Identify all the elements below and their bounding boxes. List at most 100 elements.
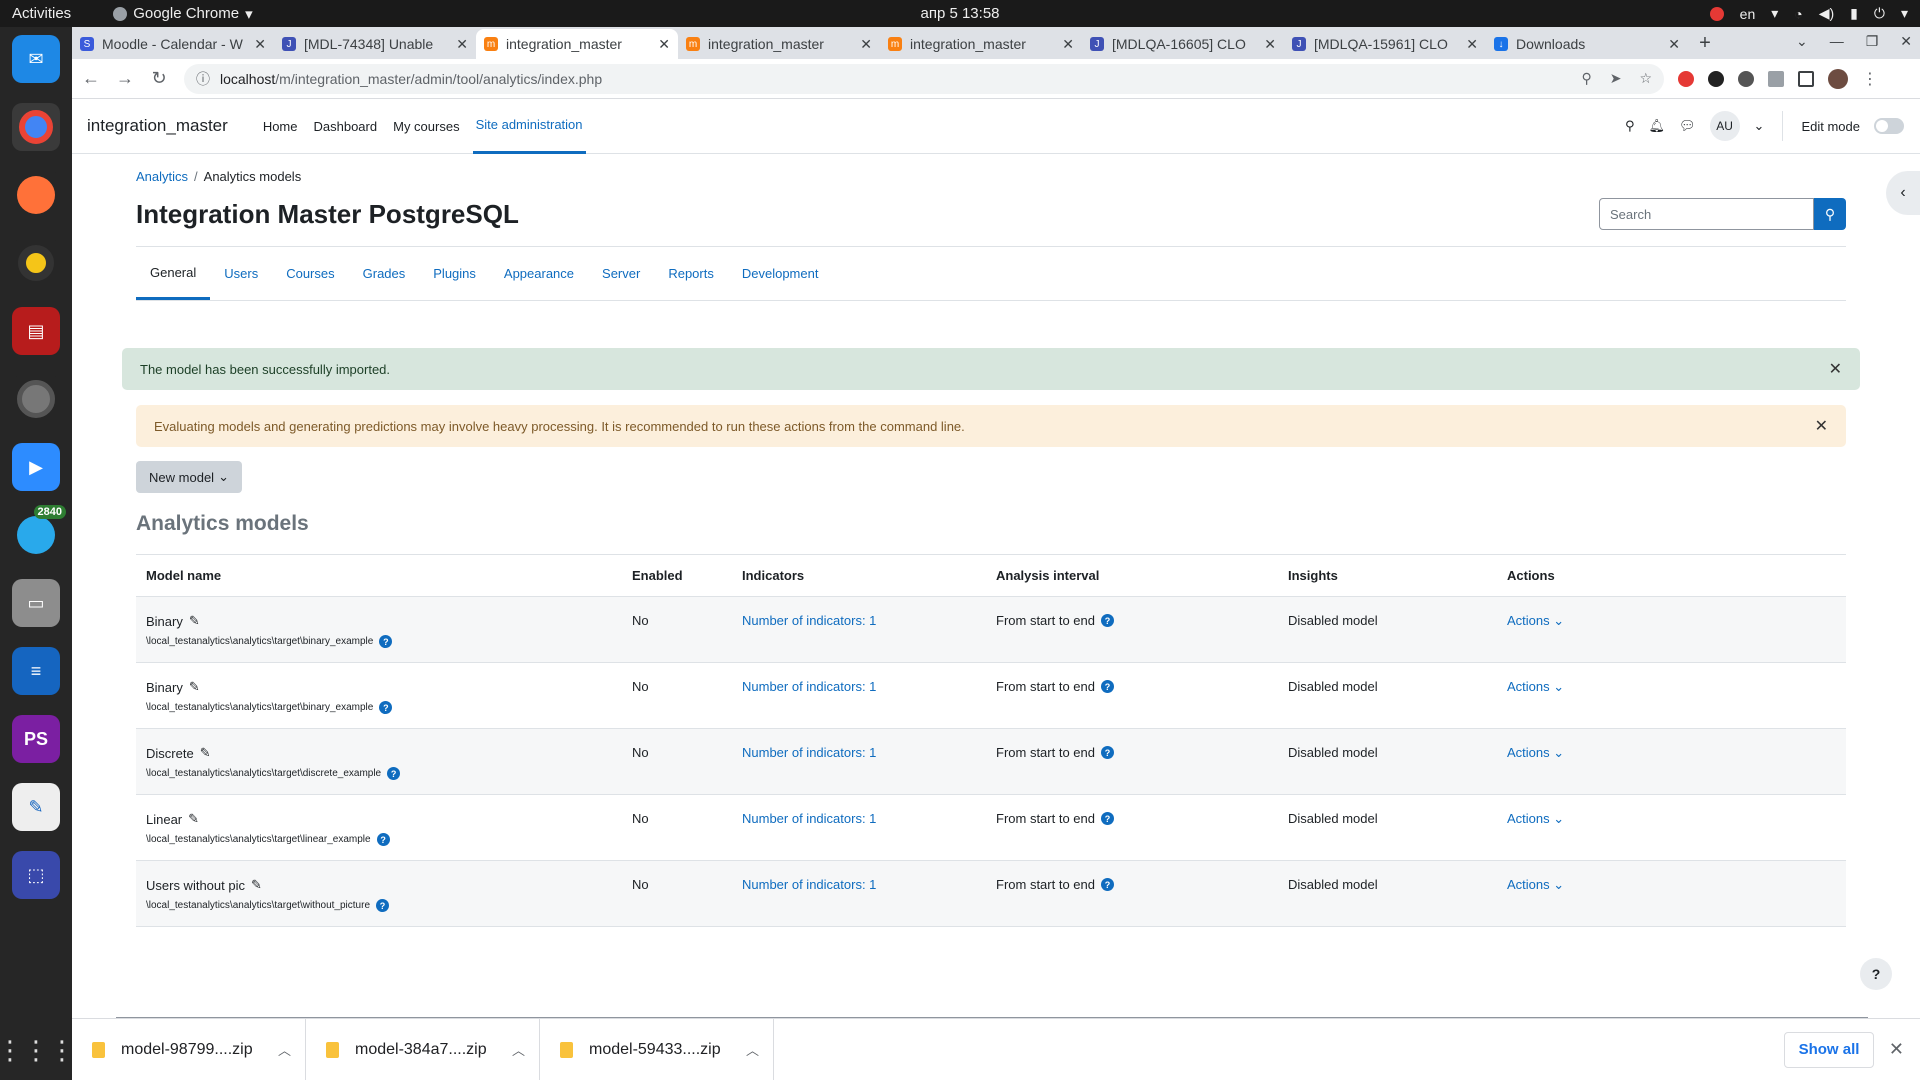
help-icon[interactable]: ?: [1100, 878, 1114, 891]
edit-pencil-icon[interactable]: ✎: [200, 745, 211, 761]
new-tab-button[interactable]: +: [1688, 32, 1722, 55]
help-icon[interactable]: ?: [1100, 746, 1114, 759]
nav-site-administration[interactable]: Site administration: [472, 99, 586, 154]
help-icon[interactable]: ?: [379, 635, 393, 648]
text-editor-icon[interactable]: ✎: [12, 783, 60, 831]
help-icon[interactable]: ?: [379, 701, 393, 714]
edit-pencil-icon[interactable]: ✎: [189, 613, 200, 629]
nav-my-courses[interactable]: My courses: [390, 99, 462, 154]
system-tray[interactable]: en ▾ ◔ ◀) ▮ ⏻ ▾: [1709, 5, 1908, 22]
browser-tab[interactable]: J [MDLQA-16605] CLO ✕: [1082, 29, 1284, 59]
tab-search-icon[interactable]: ⌄: [1796, 33, 1808, 50]
zoom-icon[interactable]: ▶: [12, 443, 60, 491]
actions-menu[interactable]: Actions ⌄: [1507, 613, 1564, 628]
app-menu[interactable]: Google Chrome ▾: [113, 5, 253, 23]
edit-pencil-icon[interactable]: ✎: [188, 811, 199, 827]
search-icon[interactable]: ⚲: [1625, 118, 1635, 134]
address-bar[interactable]: ⓘ localhost/m/integration_master/admin/t…: [184, 63, 1664, 94]
nav-home[interactable]: Home: [260, 99, 301, 154]
tab-users[interactable]: Users: [210, 247, 272, 300]
help-icon[interactable]: ?: [376, 899, 390, 912]
new-model-button[interactable]: New model ⌄: [136, 461, 242, 493]
browser-tab[interactable]: m integration_master ✕: [678, 29, 880, 59]
help-icon[interactable]: ?: [1100, 680, 1114, 693]
writer-icon[interactable]: ≡: [12, 647, 60, 695]
bookmark-star-icon[interactable]: ☆: [1639, 70, 1652, 87]
close-tab-icon[interactable]: ✕: [456, 36, 468, 53]
terminal-icon[interactable]: ▤: [12, 307, 60, 355]
edit-mode-toggle[interactable]: [1874, 118, 1904, 134]
zoom-icon[interactable]: ⚲: [1581, 70, 1591, 87]
breadcrumb-analytics[interactable]: Analytics: [136, 169, 188, 184]
close-tab-icon[interactable]: ✕: [254, 36, 266, 53]
clock[interactable]: апр 5 13:58: [920, 5, 999, 22]
edit-pencil-icon[interactable]: ✎: [189, 679, 200, 695]
tab-plugins[interactable]: Plugins: [419, 247, 490, 300]
browser-tab[interactable]: J [MDLQA-15961] CLO ✕: [1284, 29, 1486, 59]
indicators-link[interactable]: Number of indicators: 1: [742, 877, 876, 892]
download-item[interactable]: model-98799....zip ︿: [72, 1018, 306, 1080]
actions-menu[interactable]: Actions ⌄: [1507, 679, 1564, 694]
help-icon[interactable]: ?: [376, 833, 390, 846]
tab-general[interactable]: General: [136, 247, 211, 300]
close-tab-icon[interactable]: ✕: [658, 36, 670, 53]
close-tab-icon[interactable]: ✕: [1062, 36, 1074, 53]
chevron-down-icon[interactable]: ⌄: [1754, 118, 1765, 134]
maximize-icon[interactable]: ❐: [1866, 33, 1879, 50]
files-icon[interactable]: ▭: [12, 579, 60, 627]
browser-tab[interactable]: m integration_master ✕: [476, 29, 678, 59]
profile-avatar[interactable]: [1828, 68, 1848, 89]
site-brand[interactable]: integration_master: [87, 116, 228, 136]
close-tab-icon[interactable]: ✕: [1466, 36, 1478, 53]
side-panel-icon[interactable]: [1798, 70, 1814, 87]
browser-tab[interactable]: ↓ Downloads ✕: [1486, 29, 1688, 59]
adblock-icon[interactable]: [1678, 70, 1694, 87]
download-item[interactable]: model-59433....zip ︿: [540, 1018, 774, 1080]
puzzle-icon[interactable]: [1768, 70, 1784, 87]
actions-menu[interactable]: Actions ⌄: [1507, 811, 1564, 826]
tab-appearance[interactable]: Appearance: [490, 247, 588, 300]
indicators-link[interactable]: Number of indicators: 1: [742, 679, 876, 694]
tab-server[interactable]: Server: [588, 247, 654, 300]
messages-icon[interactable]: 💬︎: [1679, 118, 1696, 134]
extension-w-icon[interactable]: [1708, 70, 1724, 87]
tab-development[interactable]: Development: [728, 247, 833, 300]
tab-courses[interactable]: Courses: [272, 247, 348, 300]
admin-search-button[interactable]: ⚲: [1814, 198, 1846, 230]
close-icon[interactable]: ✕: [1889, 1039, 1904, 1060]
chevron-up-icon[interactable]: ︿: [278, 1040, 291, 1059]
help-button[interactable]: ?: [1860, 958, 1892, 990]
rhythmbox-icon[interactable]: [12, 239, 60, 287]
back-icon[interactable]: ←: [76, 68, 106, 89]
indicators-link[interactable]: Number of indicators: 1: [742, 745, 876, 760]
tab-reports[interactable]: Reports: [654, 247, 728, 300]
reload-icon[interactable]: ↻: [144, 68, 174, 89]
settings-icon[interactable]: [12, 375, 60, 423]
close-window-icon[interactable]: ✕: [1900, 33, 1912, 50]
notifications-icon[interactable]: 🔔︎: [1649, 118, 1666, 134]
actions-menu[interactable]: Actions ⌄: [1507, 745, 1564, 760]
help-icon[interactable]: ?: [387, 767, 401, 780]
more-menu-icon[interactable]: ⋮: [1862, 69, 1878, 89]
chevron-up-icon[interactable]: ︿: [746, 1040, 759, 1059]
browser-tab[interactable]: m integration_master ✕: [880, 29, 1082, 59]
browser-tab[interactable]: S Moodle - Calendar - W ✕: [72, 29, 274, 59]
firefox-icon[interactable]: [12, 171, 60, 219]
minimize-icon[interactable]: —: [1830, 33, 1844, 50]
language-indicator[interactable]: en: [1740, 6, 1756, 22]
edit-pencil-icon[interactable]: ✎: [251, 877, 262, 893]
close-icon[interactable]: ✕: [1829, 359, 1842, 379]
user-avatar[interactable]: AU: [1709, 111, 1740, 141]
tab-grades[interactable]: Grades: [349, 247, 420, 300]
actions-menu[interactable]: Actions ⌄: [1507, 877, 1564, 892]
nav-dashboard[interactable]: Dashboard: [311, 99, 381, 154]
screenshot-icon[interactable]: ⬚: [12, 851, 60, 899]
show-apps-icon[interactable]: ⋮⋮⋮: [0, 1035, 75, 1066]
indicators-link[interactable]: Number of indicators: 1: [742, 811, 876, 826]
open-drawer-button[interactable]: ‹: [1886, 171, 1920, 215]
admin-search-input[interactable]: Search: [1599, 198, 1814, 230]
close-tab-icon[interactable]: ✕: [860, 36, 872, 53]
phpstorm-icon[interactable]: PS: [12, 715, 60, 763]
forward-icon[interactable]: →: [110, 68, 140, 89]
help-icon[interactable]: ?: [1100, 614, 1114, 627]
